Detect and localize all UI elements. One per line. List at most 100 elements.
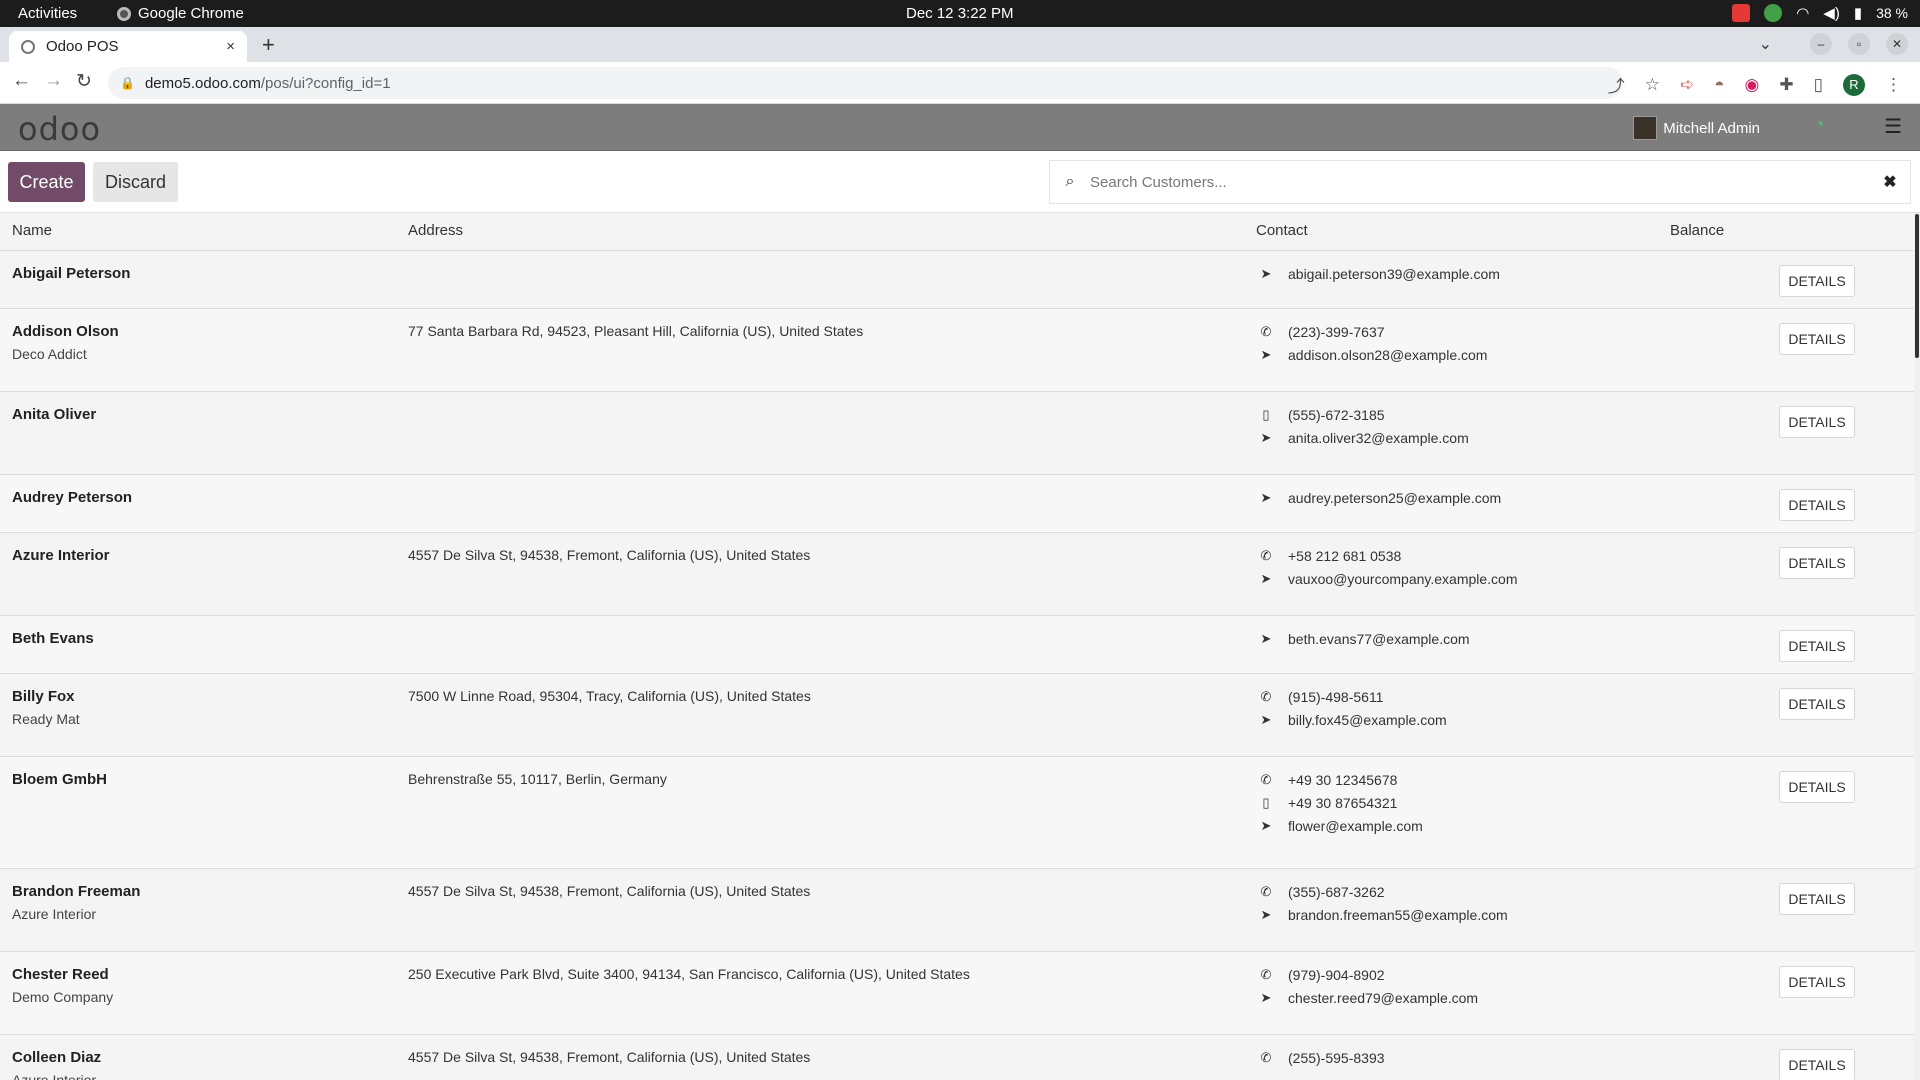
side-panel-icon[interactable]: ▯ <box>1814 75 1823 95</box>
forward-arrow-icon[interactable]: → <box>44 70 63 92</box>
details-button[interactable]: DETAILS <box>1779 323 1855 355</box>
customer-name: Bloem GmbH <box>12 771 108 788</box>
new-tab-button[interactable]: + <box>262 32 275 58</box>
customer-name: Azure Interior <box>12 547 110 564</box>
customer-row[interactable]: Anita Oliver ▯ (555)-672-3185 ➤ anita.oliver… <box>0 392 1914 475</box>
customer-name: Addison Olson <box>12 323 119 340</box>
profile-avatar[interactable]: R <box>1843 73 1865 96</box>
customer-contact-cell: ✆ (915)-498-5611 ➤ billy.fox45@example.com <box>1256 688 1656 734</box>
email-send-icon: ➤ <box>1260 906 1272 922</box>
customer-row[interactable]: Colleen Diaz Azure Interior 4557 De Silva … <box>0 1035 1914 1080</box>
email-send-icon: ➤ <box>1260 346 1272 362</box>
customer-name-cell: Azure Interior <box>12 547 392 564</box>
hamburger-menu-icon[interactable]: ☰ <box>1884 114 1902 139</box>
customer-company: Demo Company <box>12 989 114 1005</box>
customer-row[interactable]: Azure Interior 4557 De Silva St, 94538, F… <box>0 533 1914 616</box>
volume-icon: ◀) <box>1823 5 1840 22</box>
customer-row[interactable]: Chester Reed Demo Company 250 Executive Pa… <box>0 952 1914 1035</box>
contact-phone: (979)-904-8902 <box>1288 966 1385 983</box>
customer-company: Azure Interior <box>12 1072 97 1080</box>
contact-email: chester.reed79@example.com <box>1288 989 1479 1006</box>
tab-search-chevron-icon[interactable]: ⌄ <box>1759 34 1772 54</box>
contact-line: ➤ addison.olson28@example.com <box>1256 340 1656 369</box>
contact-phone: (255)-595-8393 <box>1288 1049 1385 1066</box>
share-icon[interactable]: ⤴ <box>1608 72 1625 97</box>
extensions-puzzle-icon[interactable]: ✚ <box>1779 75 1793 95</box>
customer-contact-cell: ✆ (223)-399-7637 ➤ addison.olson28@example.… <box>1256 323 1656 369</box>
contact-email: addison.olson28@example.com <box>1288 346 1488 363</box>
contact-mobile: (555)-672-3185 <box>1288 406 1385 423</box>
details-button[interactable]: DETAILS <box>1779 883 1855 915</box>
phone-icon: ✆ <box>1260 547 1272 563</box>
restore-button[interactable]: ▫ <box>1848 33 1870 55</box>
connection-wifi-icon[interactable]: ◔ <box>1814 116 1824 134</box>
details-button[interactable]: DETAILS <box>1779 771 1855 803</box>
browser-tab-strip: Odoo POS × + ⌄ – ▫ ✕ <box>0 27 1920 62</box>
customer-contact-cell: ✆ (979)-904-8902 ➤ chester.reed79@example.c… <box>1256 966 1656 1012</box>
tab-close-icon[interactable]: × <box>226 38 235 55</box>
customer-name-cell: Abigail Peterson <box>12 265 392 282</box>
email-send-icon: ➤ <box>1260 489 1272 505</box>
customer-name: Brandon Freeman <box>12 883 141 900</box>
details-button[interactable]: DETAILS <box>1779 265 1855 297</box>
customer-row[interactable]: Audrey Peterson ➤ audrey.peterson25@exampl… <box>0 475 1914 533</box>
chrome-menu-icon[interactable]: ⋮ <box>1885 75 1902 95</box>
customer-row[interactable]: Bloem GmbH Behrenstraße 55, 10117, Berlin… <box>0 757 1914 869</box>
details-button[interactable]: DETAILS <box>1779 966 1855 998</box>
extension-incognito-icon[interactable]: ◓ <box>1714 75 1724 95</box>
close-window-button[interactable]: ✕ <box>1886 33 1908 55</box>
search-customers-input[interactable] <box>1090 162 1870 202</box>
customer-row[interactable]: Beth Evans ➤ beth.evans77@example.com DETAI… <box>0 616 1914 674</box>
bookmark-star-icon[interactable]: ☆ <box>1645 75 1660 95</box>
system-tray[interactable]: ◠ ◀) ▮ 38 % <box>1732 4 1908 22</box>
address-bar[interactable]: 🔒 demo5.odoo.com/pos/ui?config_id=1 <box>108 67 1623 99</box>
minimize-button[interactable]: – <box>1810 33 1832 55</box>
details-button[interactable]: DETAILS <box>1779 547 1855 579</box>
customer-name: Chester Reed <box>12 966 109 983</box>
customer-name: Billy Fox <box>12 688 75 705</box>
details-button[interactable]: DETAILS <box>1779 1049 1855 1080</box>
extension-arrow-icon[interactable]: ➪ <box>1680 75 1694 95</box>
contact-email: vauxoo@yourcompany.example.com <box>1288 570 1518 587</box>
details-button[interactable]: DETAILS <box>1779 688 1855 720</box>
shield-check-icon <box>1764 4 1783 22</box>
extension-circle-icon[interactable]: ◉ <box>1745 75 1760 95</box>
list-scrollbar-thumb[interactable] <box>1915 214 1919 358</box>
app-menu[interactable]: Google Chrome <box>117 5 244 22</box>
reload-icon[interactable]: ↻ <box>76 70 92 93</box>
back-arrow-icon[interactable]: ← <box>12 70 31 92</box>
customer-row[interactable]: Brandon Freeman Azure Interior 4557 De Sil… <box>0 869 1914 952</box>
contact-line: ➤ billy.fox45@example.com <box>1256 705 1656 734</box>
create-button[interactable]: Create <box>8 162 85 202</box>
system-top-bar: Activities Google Chrome Dec 12 3:22 PM … <box>0 0 1920 27</box>
toolbar-actions: ⤴ ☆ ➪ ◓ ◉ ✚ ▯ R ⋮ <box>1608 72 1902 97</box>
odoo-pos-header: odoo Mitchell Admin ◔ ☰ <box>0 104 1920 151</box>
customer-address: 4557 De Silva St, 94538, Fremont, Califo… <box>408 883 811 899</box>
lock-icon[interactable]: 🔒 <box>120 76 135 90</box>
tab-title: Odoo POS <box>46 38 119 55</box>
clock[interactable]: Dec 12 3:22 PM <box>906 5 1014 22</box>
customer-row[interactable]: Addison Olson Deco Addict 77 Santa Barbara… <box>0 309 1914 392</box>
search-icon: ⌕ <box>1065 173 1075 190</box>
customer-name-cell: Billy Fox Ready Mat <box>12 688 392 727</box>
user-badge[interactable]: Mitchell Admin <box>1633 116 1760 140</box>
contact-line: ➤ chester.reed79@example.com <box>1256 983 1656 1012</box>
contact-line: ➤ anita.oliver32@example.com <box>1256 423 1656 452</box>
customer-address: 77 Santa Barbara Rd, 94523, Pleasant Hil… <box>408 323 864 339</box>
activities-button[interactable]: Activities <box>18 5 77 22</box>
customer-name-cell: Chester Reed Demo Company <box>12 966 392 1005</box>
details-button[interactable]: DETAILS <box>1779 630 1855 662</box>
customer-row[interactable]: Billy Fox Ready Mat 7500 W Linne Road, 953… <box>0 674 1914 757</box>
email-send-icon: ➤ <box>1260 429 1272 445</box>
customer-name-cell: Anita Oliver <box>12 406 392 423</box>
battery-icon: ▮ <box>1853 5 1863 22</box>
customer-company: Ready Mat <box>12 711 80 727</box>
customer-row[interactable]: Abigail Peterson ➤ abigail.peterson39@exam… <box>0 251 1914 309</box>
email-send-icon: ➤ <box>1260 711 1272 727</box>
details-button[interactable]: DETAILS <box>1779 489 1855 521</box>
browser-tab-odoo-pos[interactable]: Odoo POS × <box>9 31 247 62</box>
odoo-logo: odoo <box>18 110 102 148</box>
clear-search-icon[interactable]: ✖ <box>1870 172 1910 192</box>
discard-button[interactable]: Discard <box>93 162 178 202</box>
details-button[interactable]: DETAILS <box>1779 406 1855 438</box>
